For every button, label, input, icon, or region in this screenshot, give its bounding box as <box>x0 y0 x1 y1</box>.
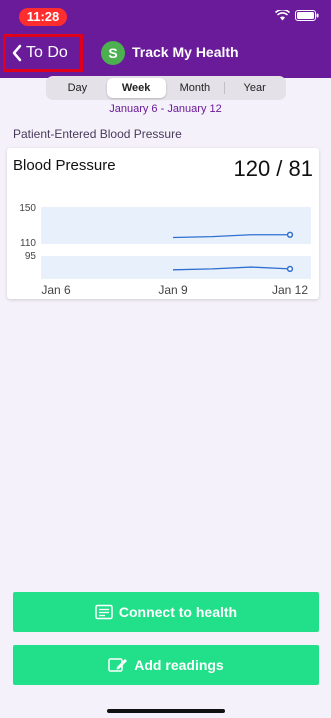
blood-pressure-chart: 150 110 95 Jan 6 Jan 9 Jan 12 <box>19 203 311 297</box>
connect-icon <box>95 604 113 620</box>
add-readings-label: Add readings <box>134 657 224 673</box>
back-label: To Do <box>26 44 68 61</box>
tab-week[interactable]: Week <box>106 78 166 98</box>
card-value: 120 / 81 <box>233 156 313 181</box>
edit-note-icon <box>108 658 128 672</box>
wifi-icon <box>275 10 290 21</box>
y-tick-label: 95 <box>25 251 37 262</box>
tab-day[interactable]: Day <box>48 78 107 98</box>
date-range: January 6 - January 12 <box>109 103 222 115</box>
systolic-latest-point <box>286 231 294 238</box>
page-title: Track My Health <box>132 44 239 60</box>
x-tick-label: Jan 12 <box>272 283 308 297</box>
connect-to-health-button[interactable]: Connect to health <box>13 592 319 632</box>
connect-label: Connect to health <box>118 604 238 620</box>
blood-pressure-card[interactable]: Blood Pressure 120 / 81 150 110 95 Jan 6 Jan… <box>7 148 319 299</box>
chevron-left-icon <box>12 44 22 62</box>
systolic-band <box>41 207 311 244</box>
y-tick-label: 150 <box>19 203 36 214</box>
x-tick-label: Jan 9 <box>158 283 188 297</box>
diastolic-latest-point <box>286 265 294 273</box>
card-title: Blood Pressure <box>13 157 116 174</box>
add-readings-button[interactable]: Add readings <box>13 645 319 685</box>
y-tick-label: 110 <box>20 238 36 249</box>
section-label: Patient-Entered Blood Pressure <box>13 127 182 141</box>
status-icons <box>275 10 319 21</box>
back-button[interactable]: To Do <box>3 34 83 72</box>
header-bar: 11:28 To Do S Track My Health <box>0 0 331 78</box>
tab-year[interactable]: Year <box>225 78 284 98</box>
avatar[interactable]: S <box>101 41 125 65</box>
home-indicator <box>107 709 225 713</box>
tab-month[interactable]: Month <box>166 78 225 98</box>
battery-icon <box>295 10 319 21</box>
x-tick-label: Jan 6 <box>41 283 71 297</box>
range-segmented-control: Day Week Month Year <box>46 76 286 100</box>
status-time: 11:28 <box>19 8 67 26</box>
